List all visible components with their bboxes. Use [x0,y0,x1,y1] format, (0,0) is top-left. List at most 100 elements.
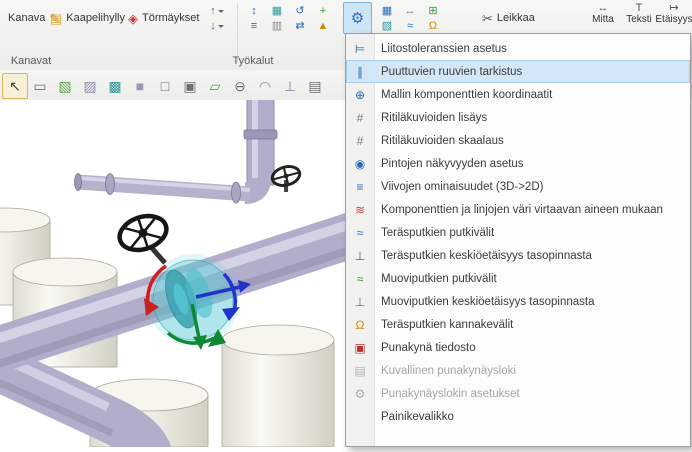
chevron-down-icon [218,10,224,13]
menu-item-kannakevalit[interactable]: Ω Teräsputkien kannakevälit [346,313,690,336]
menu-item-label: Teräsputkien kannakevälit [374,319,513,331]
etaisyys-button[interactable]: ↦ Etäisyys [654,2,692,30]
steel-pipe-spacing-icon: ≈ [346,227,374,239]
move-down-button[interactable]: ↓ [204,19,230,33]
grid-pattern-scale-icon: # [346,135,374,147]
tormaykset-button[interactable]: ◈ Törmäykset [124,6,203,30]
move-up-button[interactable]: ↑ [204,4,230,18]
pipe-tool-icon[interactable]: ≈ [401,19,419,33]
list-tool-icon[interactable]: ≡ [245,19,263,33]
menu-item-terasputkien-keskioetaisyys[interactable]: ⊥ Teräsputkien keskiöetäisyys tasopinnas… [346,244,690,267]
menu-item-label: Teräsputkien putkivälit [374,227,494,239]
green-box-icon: ▧ [58,79,71,93]
box-face-tool[interactable]: ▣ [177,73,203,99]
model-pipe-thin[interactable] [75,174,251,204]
leikkaa-label: Leikkaa [497,12,535,24]
teksti-button[interactable]: T Teksti [622,2,656,30]
steel-pipe-plane-distance-icon: ⊥ [346,250,374,262]
flow-color-icon: ≋ [346,204,374,216]
selection-box-tool[interactable]: ▭ [27,73,53,99]
menu-item-label: Muoviputkien putkivälit [374,273,497,285]
pipe-tee-tool[interactable]: ⊥ [277,73,303,99]
cylinder-tool[interactable]: ⊖ [227,73,253,99]
solid-box-icon: ■ [136,79,144,93]
solid-box-tool[interactable]: ■ [127,73,153,99]
kaapelihylly-button[interactable]: ▤ Kaapelihylly [46,6,129,30]
menu-item-pintojen-nakyvyys[interactable]: ◉ Pintojen näkyvyyden asetus [346,152,690,175]
menu-item-label: Ritiläkuvioiden skaalaus [374,135,504,147]
menu-item-liitostoleranssit[interactable]: ⊨ Liitostoleranssien asetus [346,37,690,60]
piping-tools-menu-button[interactable]: ⚙ [343,2,372,34]
box-primitive-purple[interactable]: ▨ [77,73,103,99]
menu-item-label: Mallin komponenttien koordinaatit [374,89,552,101]
grid-pattern-add-icon: # [346,112,374,124]
pipe-bend-icon: ◠ [259,79,271,93]
rotate-tool-icon[interactable]: ↺ [291,4,309,18]
etaisyys-label: Etäisyys [655,14,692,25]
menu-item-muoviputkien-keskioetaisyys[interactable]: ⊥ Muoviputkien keskiöetäisyys tasopinnas… [346,290,690,313]
menu-item-painikevalikko[interactable]: Painikevalikko [346,405,690,428]
stretch-tool-icon[interactable]: ↔ [401,4,419,18]
menu-item-muoviputkien-putkivalit[interactable]: ≈ Muoviputkien putkivälit [346,267,690,290]
select-tool[interactable]: ↖ [2,73,28,99]
menu-item-label: Puuttuvien ruuvien tarkistus [374,66,522,78]
selection-box-icon: ▭ [33,79,46,93]
teal-box-icon: ▩ [108,79,121,93]
kaapelihylly-label: Kaapelihylly [66,12,125,24]
model-valve-small[interactable] [270,164,302,192]
model-valve-handwheel[interactable] [115,210,171,263]
menu-item-virtausvari[interactable]: ≋ Komponenttien ja linjojen väri virtaav… [346,198,690,221]
duct-tool-icon[interactable]: ↕ [245,4,263,18]
menu-item-label: Komponenttien ja linjojen väri virtaavan… [374,204,663,216]
plane-tool[interactable]: ▱ [202,73,228,99]
menu-item-ritilakuvioiden-skaalaus[interactable]: # Ritiläkuvioiden skaalaus [346,129,690,152]
right-mini-row-2: ▧ ≈ Ω [378,19,442,33]
wire-box-icon: □ [161,79,169,93]
component-coordinates-icon: ⊕ [346,89,374,101]
grid-tool-icon[interactable]: ▦ [268,4,286,18]
joint-tolerance-icon: ⊨ [346,43,374,55]
redline-file-icon: ▣ [346,342,374,354]
sheet-tool[interactable]: ▤ [302,73,328,99]
sheet-icon: ▤ [308,79,321,93]
leikkaa-button[interactable]: ✂ Leikkaa [478,6,539,30]
marker-tool-icon[interactable]: ▲ [314,19,332,33]
menu-item-label: Punakynä tiedosto [374,342,476,354]
distance-icon: ↦ [669,2,678,14]
shade-tool-icon[interactable]: ▧ [378,19,396,33]
plane-icon: ▱ [210,79,221,93]
swap-tool-icon[interactable]: ⇄ [291,19,309,33]
menu-item-ritilakuvioiden-lisays[interactable]: # Ritiläkuvioiden lisäys [346,106,690,129]
surface-visibility-icon: ◉ [346,158,374,170]
pipe-bend-tool[interactable]: ◠ [252,73,278,99]
box-primitive-green[interactable]: ▧ [52,73,78,99]
kanava-label: Kanava [8,12,45,24]
menu-item-label: Painikevalikko [374,411,454,423]
menu-item-label: Liitostoleranssien asetus [374,43,507,55]
wire-box-tool[interactable]: □ [152,73,178,99]
add-tool-icon[interactable]: + [314,4,332,18]
purple-box-icon: ▨ [83,79,96,93]
tools-mini-row-2: ≡ ▥ ⇄ ▲ [245,19,332,33]
arrow-up-icon: ↑ [210,5,216,17]
plastic-pipe-plane-distance-icon: ⊥ [346,296,374,308]
hatch-tool-icon[interactable]: ▥ [268,19,286,33]
missing-bolts-check-icon: ∥ [346,66,374,78]
menu-item-punakyna-tiedosto[interactable]: ▣ Punakynä tiedosto [346,336,690,359]
mitta-button[interactable]: ↔ Mitta [586,2,620,30]
scissors-icon: ✂ [482,12,493,25]
box-primitive-teal[interactable]: ▩ [102,73,128,99]
text-icon: T [636,2,643,14]
insert-tool-icon[interactable]: ⊞ [424,4,442,18]
menu-item-viivojen-ominaisuudet[interactable]: ≡ Viivojen ominaisuudet (3D->2D) [346,175,690,198]
plastic-pipe-spacing-icon: ≈ [346,273,374,285]
panel-tool-icon[interactable]: ▦ [378,4,396,18]
menu-item-komponenttien-koordinaatit[interactable]: ⊕ Mallin komponenttien koordinaatit [346,83,690,106]
menu-item-terasputkien-putkivalit[interactable]: ≈ Teräsputkien putkivälit [346,221,690,244]
clamp-tool-icon[interactable]: Ω [424,19,442,33]
menu-item-label: Punakynäyslokin asetukset [374,388,520,400]
select-tool-icon: ↖ [9,79,21,93]
menu-item-puuttuvat-ruuvit[interactable]: ∥ Puuttuvien ruuvien tarkistus [346,60,690,83]
group-label-tyokalut: Työkalut [216,54,290,68]
piping-tools-dropdown-menu: ⊨ Liitostoleranssien asetus ∥ Puuttuvien… [345,33,691,447]
